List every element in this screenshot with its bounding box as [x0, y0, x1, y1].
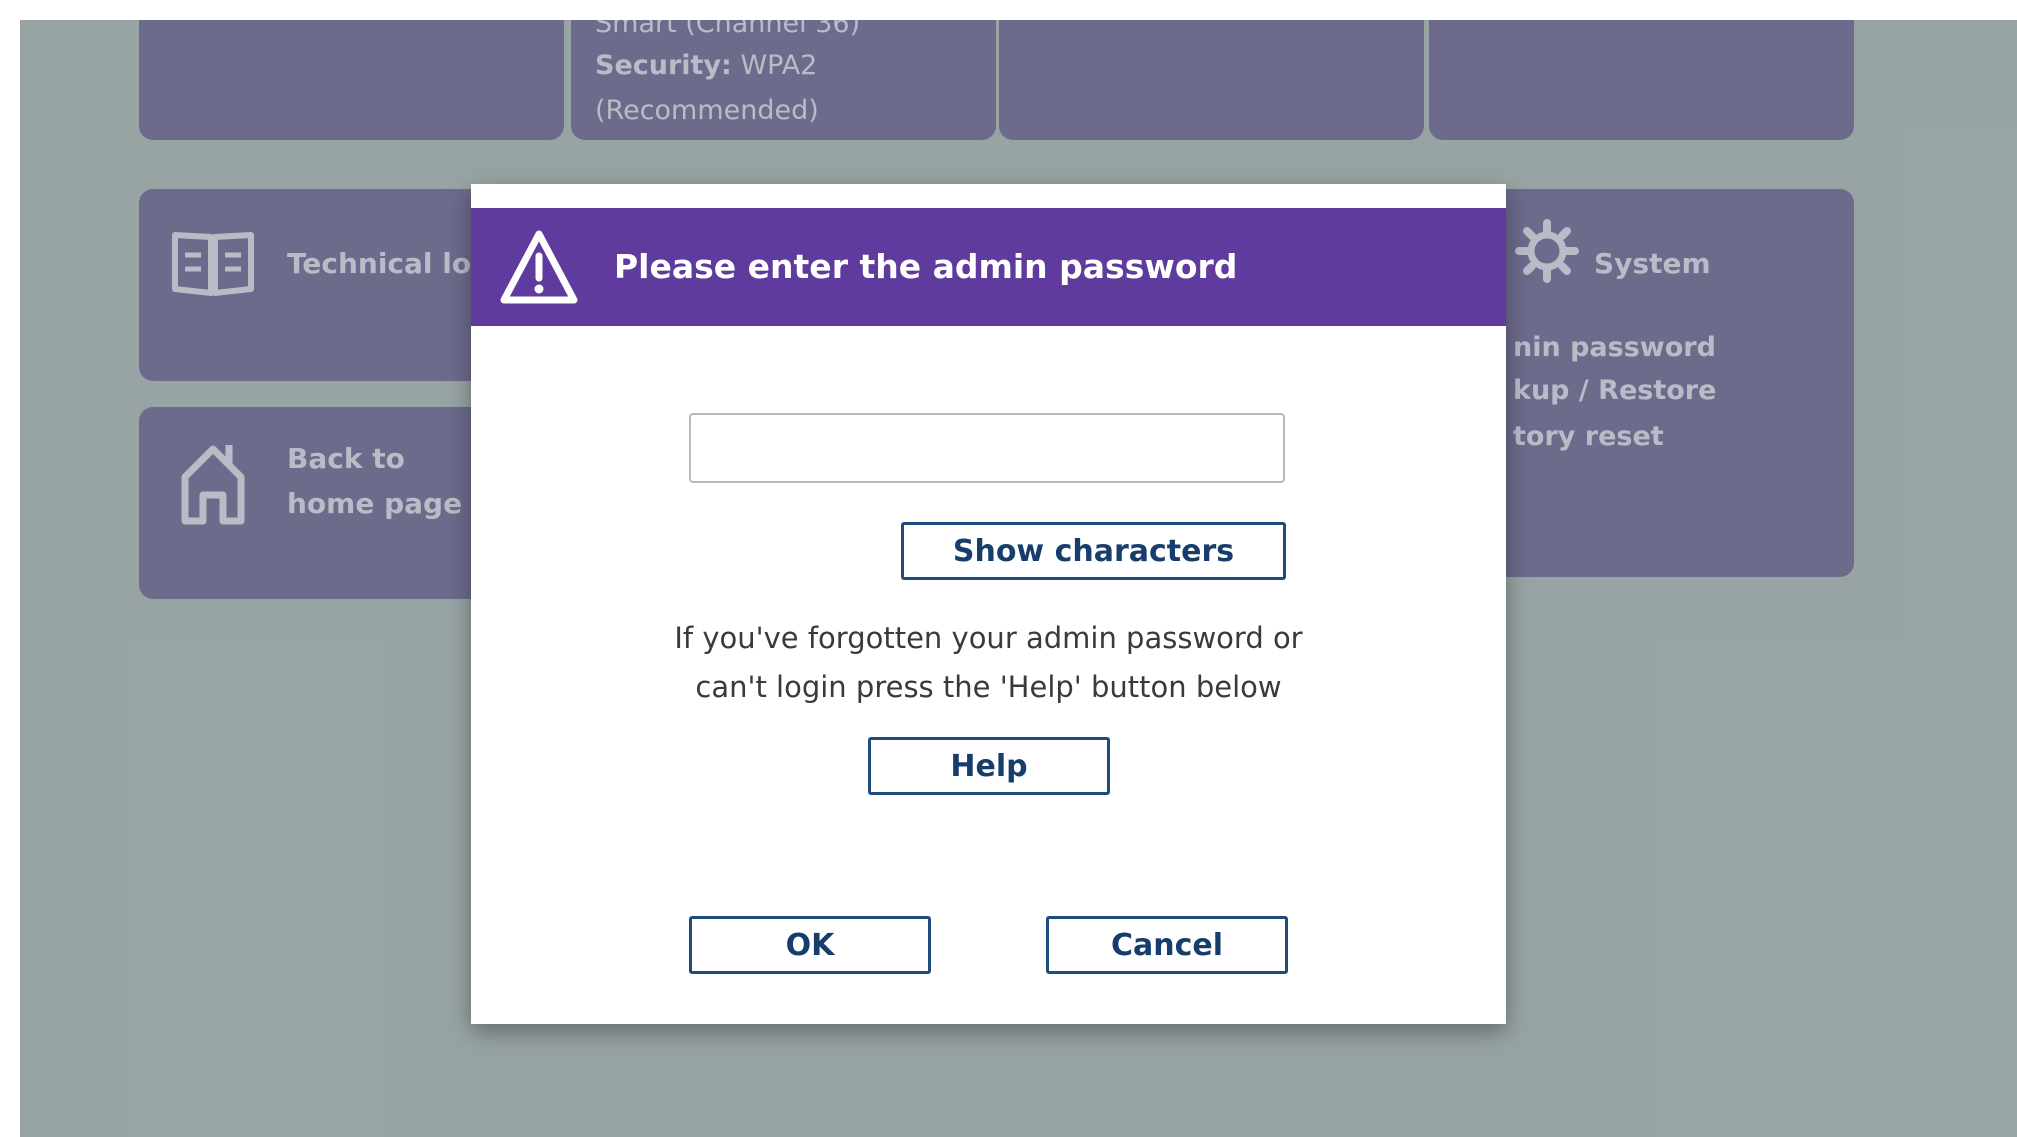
cancel-button[interactable]: Cancel	[1046, 916, 1288, 974]
dialog-header: Please enter the admin password	[471, 208, 1506, 326]
admin-password-input[interactable]	[689, 413, 1285, 483]
help-text-line-2: can't login press the 'Help' button belo…	[695, 670, 1282, 704]
help-button[interactable]: Help	[868, 737, 1110, 795]
admin-password-dialog: Please enter the admin password Show cha…	[471, 184, 1506, 1024]
show-characters-button[interactable]: Show characters	[901, 522, 1286, 580]
ok-button[interactable]: OK	[689, 916, 931, 974]
page-left-border	[0, 0, 21, 1137]
page-top-border	[20, 0, 2017, 21]
help-text-line-1: If you've forgotten your admin password …	[674, 621, 1303, 655]
warning-icon	[499, 228, 579, 306]
forgotten-password-text: If you've forgotten your admin password …	[621, 614, 1356, 712]
dialog-title: Please enter the admin password	[614, 247, 1238, 286]
